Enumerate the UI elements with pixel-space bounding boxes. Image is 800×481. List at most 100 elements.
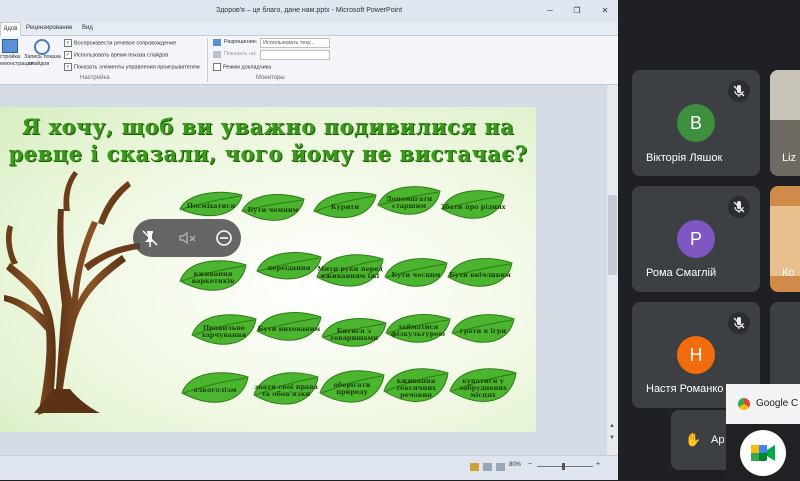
powerpoint-window: Здоров'я – це благо, дане нам.pptx - Mic… [0,0,618,480]
leaf-card[interactable]: Збати про рідних [440,187,506,227]
close-icon[interactable]: ✕ [598,4,612,18]
chrome-icon [738,398,750,410]
leaf-card[interactable]: Мити руки перед вживанням їжі [315,251,385,295]
record-slideshow-icon[interactable] [34,39,50,55]
record-slideshow-label[interactable]: Запись показа [24,54,61,60]
leaf-label: Битися з товаришами [329,327,379,342]
leaf-card[interactable]: знати свої права та обов'язки [252,369,320,413]
checkbox-narration-label: Воспроизвести речевое сопровождение [74,40,177,47]
tree-illustration [4,171,140,415]
setup-slideshow-icon[interactable] [2,39,18,53]
participant-name: Ко [782,267,795,279]
leaf-label: знати свої права та обов'язки [253,383,318,398]
zoom-level[interactable]: 80% [509,462,521,468]
leaf-label: вживання токсичних речовин [395,376,437,399]
participant-name: Вікторія Ляшок [646,152,723,164]
leaf-card[interactable]: Посміхатися [178,189,244,223]
zoom-out-icon[interactable]: − [528,461,532,468]
prev-slide-icon[interactable]: ▲ [609,423,616,430]
leaf-label: переїдання [267,263,311,272]
checkbox-icon: ✓ [64,63,72,71]
leaf-card[interactable]: вживання токсичних речовин [382,365,450,411]
leaf-card[interactable]: переїдання [255,249,323,287]
show-on-dropdown[interactable] [260,50,330,60]
zoom-slider-thumb[interactable] [562,463,565,470]
leaf-card[interactable]: Бути чемним [240,191,306,229]
checkbox-icon [213,63,221,71]
leaf-card[interactable]: грати в ігри [450,311,516,351]
tab-slideshow[interactable]: йдов [0,22,22,36]
mic-off-icon [728,80,750,102]
mute-for-all-icon[interactable] [176,227,198,249]
leaf-label: Мити руки перед вживанням їжі [317,265,383,280]
ribbon: стройка емонстрации Запись показа слайдо… [0,36,618,85]
participant-tile-video[interactable]: Ко [770,186,800,292]
leaf-card[interactable]: оберігати природу [318,367,386,411]
leaf-label: Курити [330,202,360,211]
leaf-label: Правильне харчування [201,324,247,339]
zoom-slider[interactable] [537,466,593,467]
leaf-label: вживання наркотиків [191,270,235,285]
setup-slideshow-label[interactable]: стройка [0,54,20,60]
leaf-card[interactable]: купатися у забруднених місцях [448,365,518,411]
mic-off-icon [728,312,750,334]
normal-view-icon[interactable] [470,463,479,471]
leaf-card[interactable]: алкоголізм [180,369,250,411]
leaf-card[interactable]: займатися фізкультурою [384,311,452,351]
resolution-dropdown[interactable]: Использовать теку... [260,38,330,48]
leaf-card[interactable]: Бути ввічливим [446,255,514,295]
checkbox-icon: ✓ [64,39,72,47]
leaf-card[interactable]: Правильне харчування [190,311,258,353]
slide-sorter-icon[interactable] [483,463,492,471]
group-label-setup: Настройка [80,75,110,81]
next-slide-icon[interactable]: ▼ [609,435,616,442]
checkbox-icon: ✓ [64,51,72,59]
checkbox-media-controls[interactable]: ✓ Показать элементы управления проигрыват… [64,63,200,71]
avatar-initial: Р [689,229,702,249]
avatar-initial: В [689,113,702,133]
checkbox-timings[interactable]: ✓ Использовать время показа слайдов [64,51,168,59]
leaf-label: Бути вихованим [257,324,321,333]
raise-hand-label: Ар [711,434,725,446]
show-on-label: Показать на: [224,51,257,57]
participant-tile[interactable]: В Вікторія Ляшок [632,70,760,176]
leaf-card[interactable]: вживання наркотиків [178,257,248,299]
tab-review[interactable]: Рецензирование [26,22,72,35]
maximize-icon[interactable]: ❐ [570,4,584,18]
remove-icon[interactable] [213,227,235,249]
leaf-card[interactable]: Бути вихованим [255,309,323,349]
title-bar: Здоров'я – це благо, дане нам.pptx - Mic… [0,0,618,22]
participant-tile-video[interactable]: Liz [770,70,800,176]
participant-tile[interactable]: Р Рома Смаглій [632,186,760,292]
minimize-icon[interactable]: ─ [543,4,557,18]
leaf-card[interactable]: Допомагати старшим [376,183,442,223]
pin-off-icon[interactable] [139,227,161,249]
scrollbar-thumb[interactable] [608,195,617,275]
checkbox-presenter-view[interactable]: Режим докладчика [213,63,271,71]
leaf-card[interactable]: Битися з товаришами [320,315,388,355]
leaf-label: Бути чесним [391,270,441,279]
chrome-notification[interactable]: Google C [726,384,800,480]
leaf-label: грати в ігри [459,326,507,335]
slide[interactable]: Я хочу, щоб ви уважно подивилися на ревц… [0,107,536,432]
raise-hand-button[interactable]: ✋ Ар [671,410,731,470]
zoom-in-icon[interactable]: + [596,461,600,468]
window-title: Здоров'я – це благо, дане нам.pptx - Mic… [215,7,403,14]
vertical-scrollbar[interactable]: ▲ ▼ [607,85,618,455]
leaf-label: алкоголізм [193,385,237,394]
mic-off-icon [728,196,750,218]
ribbon-tabs: йдов Рецензирование Вид [0,22,618,36]
group-label-monitors: Мониторы [256,75,285,81]
group-divider [207,38,208,82]
slide-title-line-1: Я хочу, щоб ви уважно подивилися на [21,114,515,139]
participant-name: Liz [782,152,797,164]
monitor-icon [213,51,221,58]
leaf-label: Посміхатися [186,201,236,210]
video-feed [770,206,800,276]
avatar: Р [677,220,715,258]
tab-view[interactable]: Вид [82,22,93,35]
reading-view-icon[interactable] [496,463,505,471]
leaf-card[interactable]: Курити [312,189,378,225]
leaf-card[interactable]: Бути чесним [383,255,449,295]
checkbox-narration[interactable]: ✓ Воспроизвести речевое сопровождение [64,39,176,47]
